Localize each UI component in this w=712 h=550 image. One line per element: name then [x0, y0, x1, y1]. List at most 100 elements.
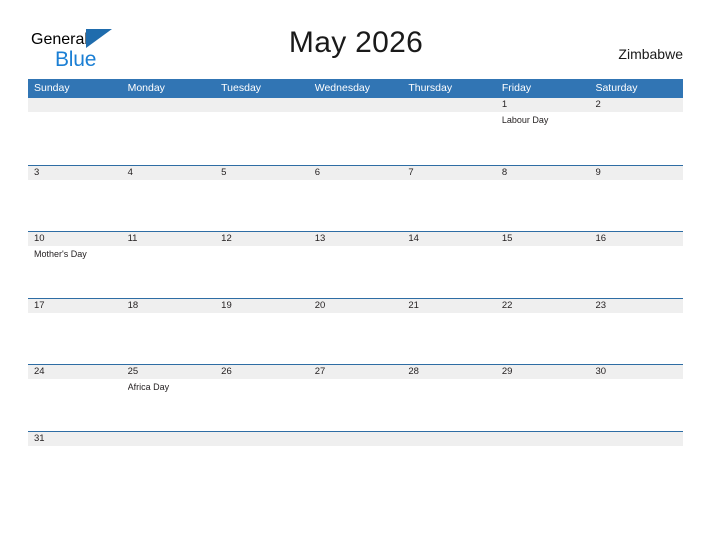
calendar-day-cell[interactable]: 21 — [402, 298, 496, 365]
date-number-band — [215, 98, 309, 112]
weekday-header-monday: Monday — [127, 82, 165, 94]
weekday-header-thursday: Thursday — [408, 82, 453, 94]
calendar-day-cell[interactable]: 26 — [215, 365, 309, 431]
calendar-day-cell[interactable]: 5 — [215, 165, 309, 232]
calendar-day-cell[interactable]: 15 — [495, 232, 590, 298]
calendar-day-cell[interactable]: 11 — [121, 232, 216, 298]
calendar-week-row: 24 25 Africa Day 26 27 28 29 30 — [28, 364, 684, 431]
date-number-band: 9 — [589, 165, 684, 180]
date-number: 27 — [314, 366, 326, 377]
date-number-band — [121, 431, 216, 446]
calendar-day-cell[interactable]: 23 — [589, 298, 684, 365]
calendar-day-cell[interactable]: 25 Africa Day — [121, 365, 216, 431]
weekday-header-wednesday: Wednesday — [314, 82, 370, 94]
date-number-band: 18 — [121, 298, 216, 313]
calendar-day-cell[interactable]: 6 — [308, 165, 403, 232]
date-number-band — [589, 431, 684, 446]
date-number-band: 16 — [589, 232, 684, 246]
date-number-band — [308, 431, 403, 446]
calendar-day-cell[interactable]: 28 — [402, 365, 496, 431]
country-label: Zimbabwe — [618, 46, 683, 62]
date-number: 14 — [408, 233, 419, 244]
date-number: 17 — [34, 299, 45, 311]
date-number: 6 — [314, 166, 321, 178]
date-number: 5 — [221, 166, 227, 178]
date-number-band: 24 — [28, 365, 122, 379]
date-number-band: 30 — [589, 365, 684, 379]
date-number-band: 8 — [495, 165, 590, 180]
calendar-empty-cell — [215, 98, 309, 165]
date-number-band — [495, 431, 590, 446]
calendar-day-cell[interactable]: 22 — [495, 298, 590, 365]
calendar-day-cell[interactable]: 13 — [308, 232, 403, 298]
page-title: May 2026 — [288, 26, 424, 59]
calendar-day-cell[interactable]: 20 — [308, 298, 403, 365]
date-number-band: 6 — [308, 165, 403, 180]
day-events: Labour Day — [496, 112, 590, 126]
calendar-week-row: 10 Mother's Day 11 12 13 14 15 16 — [28, 231, 684, 298]
calendar-day-cell[interactable]: 8 — [495, 165, 590, 232]
calendar-day-cell[interactable]: 24 — [28, 365, 122, 431]
date-number: 13 — [314, 233, 326, 244]
date-number: 8 — [501, 166, 508, 178]
date-number: 31 — [34, 432, 45, 444]
calendar-day-cell[interactable]: 30 — [589, 365, 684, 431]
date-number-band: 17 — [28, 298, 122, 313]
date-number-band: 28 — [402, 365, 496, 379]
date-number: 7 — [408, 166, 414, 178]
calendar-day-cell[interactable]: 17 — [28, 298, 122, 365]
calendar-day-cell[interactable]: 27 — [308, 365, 403, 431]
calendar-empty-cell — [495, 431, 590, 449]
date-number-band: 20 — [308, 298, 403, 313]
date-number-band: 4 — [121, 165, 216, 180]
calendar-body: 1 Labour Day 2 3 4 5 6 7 8 9 10 Mother's Day 11 12 13 1… — [28, 98, 684, 449]
calendar-empty-cell — [402, 431, 496, 449]
calendar-week-row: 17 18 19 20 21 22 23 — [28, 297, 684, 365]
calendar-day-cell[interactable]: 10 Mother's Day — [28, 232, 122, 298]
calendar-day-cell[interactable]: 16 — [589, 232, 684, 298]
calendar-empty-cell — [308, 98, 403, 165]
date-number: 15 — [501, 233, 513, 244]
calendar-day-cell[interactable]: 4 — [121, 165, 216, 232]
date-number-band — [402, 98, 496, 112]
calendar-week-row: 3 4 5 6 7 8 9 — [28, 164, 684, 232]
date-number: 1 — [501, 99, 508, 110]
date-number: 12 — [221, 233, 232, 244]
day-events: Africa Day — [122, 379, 216, 393]
calendar-day-cell[interactable]: 29 — [495, 365, 590, 431]
date-number-band: 19 — [215, 298, 309, 313]
date-number-band: 29 — [495, 365, 590, 379]
calendar-day-cell[interactable]: 19 — [215, 298, 309, 365]
calendar-day-cell[interactable]: 12 — [215, 232, 309, 298]
date-number: 21 — [408, 299, 419, 311]
weekday-header-sunday: Sunday — [34, 82, 70, 94]
date-number: 3 — [34, 166, 40, 178]
holiday-event-label: Labour Day — [501, 115, 549, 125]
date-number-band — [308, 98, 403, 112]
date-number: 16 — [595, 233, 607, 244]
date-number-band: 5 — [215, 165, 309, 180]
date-number-band: 13 — [308, 232, 403, 246]
calendar-empty-cell — [28, 98, 122, 165]
calendar-empty-cell — [215, 431, 309, 449]
date-number-band: 25 — [121, 365, 216, 379]
holiday-event-label: Mother's Day — [34, 249, 87, 259]
date-number-band: 12 — [215, 232, 309, 246]
calendar-day-cell[interactable]: 31 — [28, 431, 122, 449]
date-number-band — [402, 431, 496, 446]
date-number: 22 — [501, 299, 513, 311]
date-number: 23 — [595, 299, 607, 311]
calendar-day-cell[interactable]: 7 — [402, 165, 496, 232]
weekday-header-friday: Friday — [501, 82, 532, 94]
calendar-day-cell[interactable]: 2 — [589, 98, 684, 165]
date-number-band: 3 — [28, 165, 122, 180]
weekday-header-saturday: Saturday — [595, 82, 638, 94]
date-number: 28 — [408, 366, 419, 377]
calendar-day-cell[interactable]: 3 — [28, 165, 122, 232]
date-number-band: 23 — [589, 298, 684, 313]
calendar-day-cell[interactable]: 14 — [402, 232, 496, 298]
calendar-day-cell[interactable]: 9 — [589, 165, 684, 232]
calendar-day-cell[interactable]: 18 — [121, 298, 216, 365]
date-number: 4 — [127, 166, 133, 178]
calendar-day-cell[interactable]: 1 Labour Day — [495, 98, 590, 165]
